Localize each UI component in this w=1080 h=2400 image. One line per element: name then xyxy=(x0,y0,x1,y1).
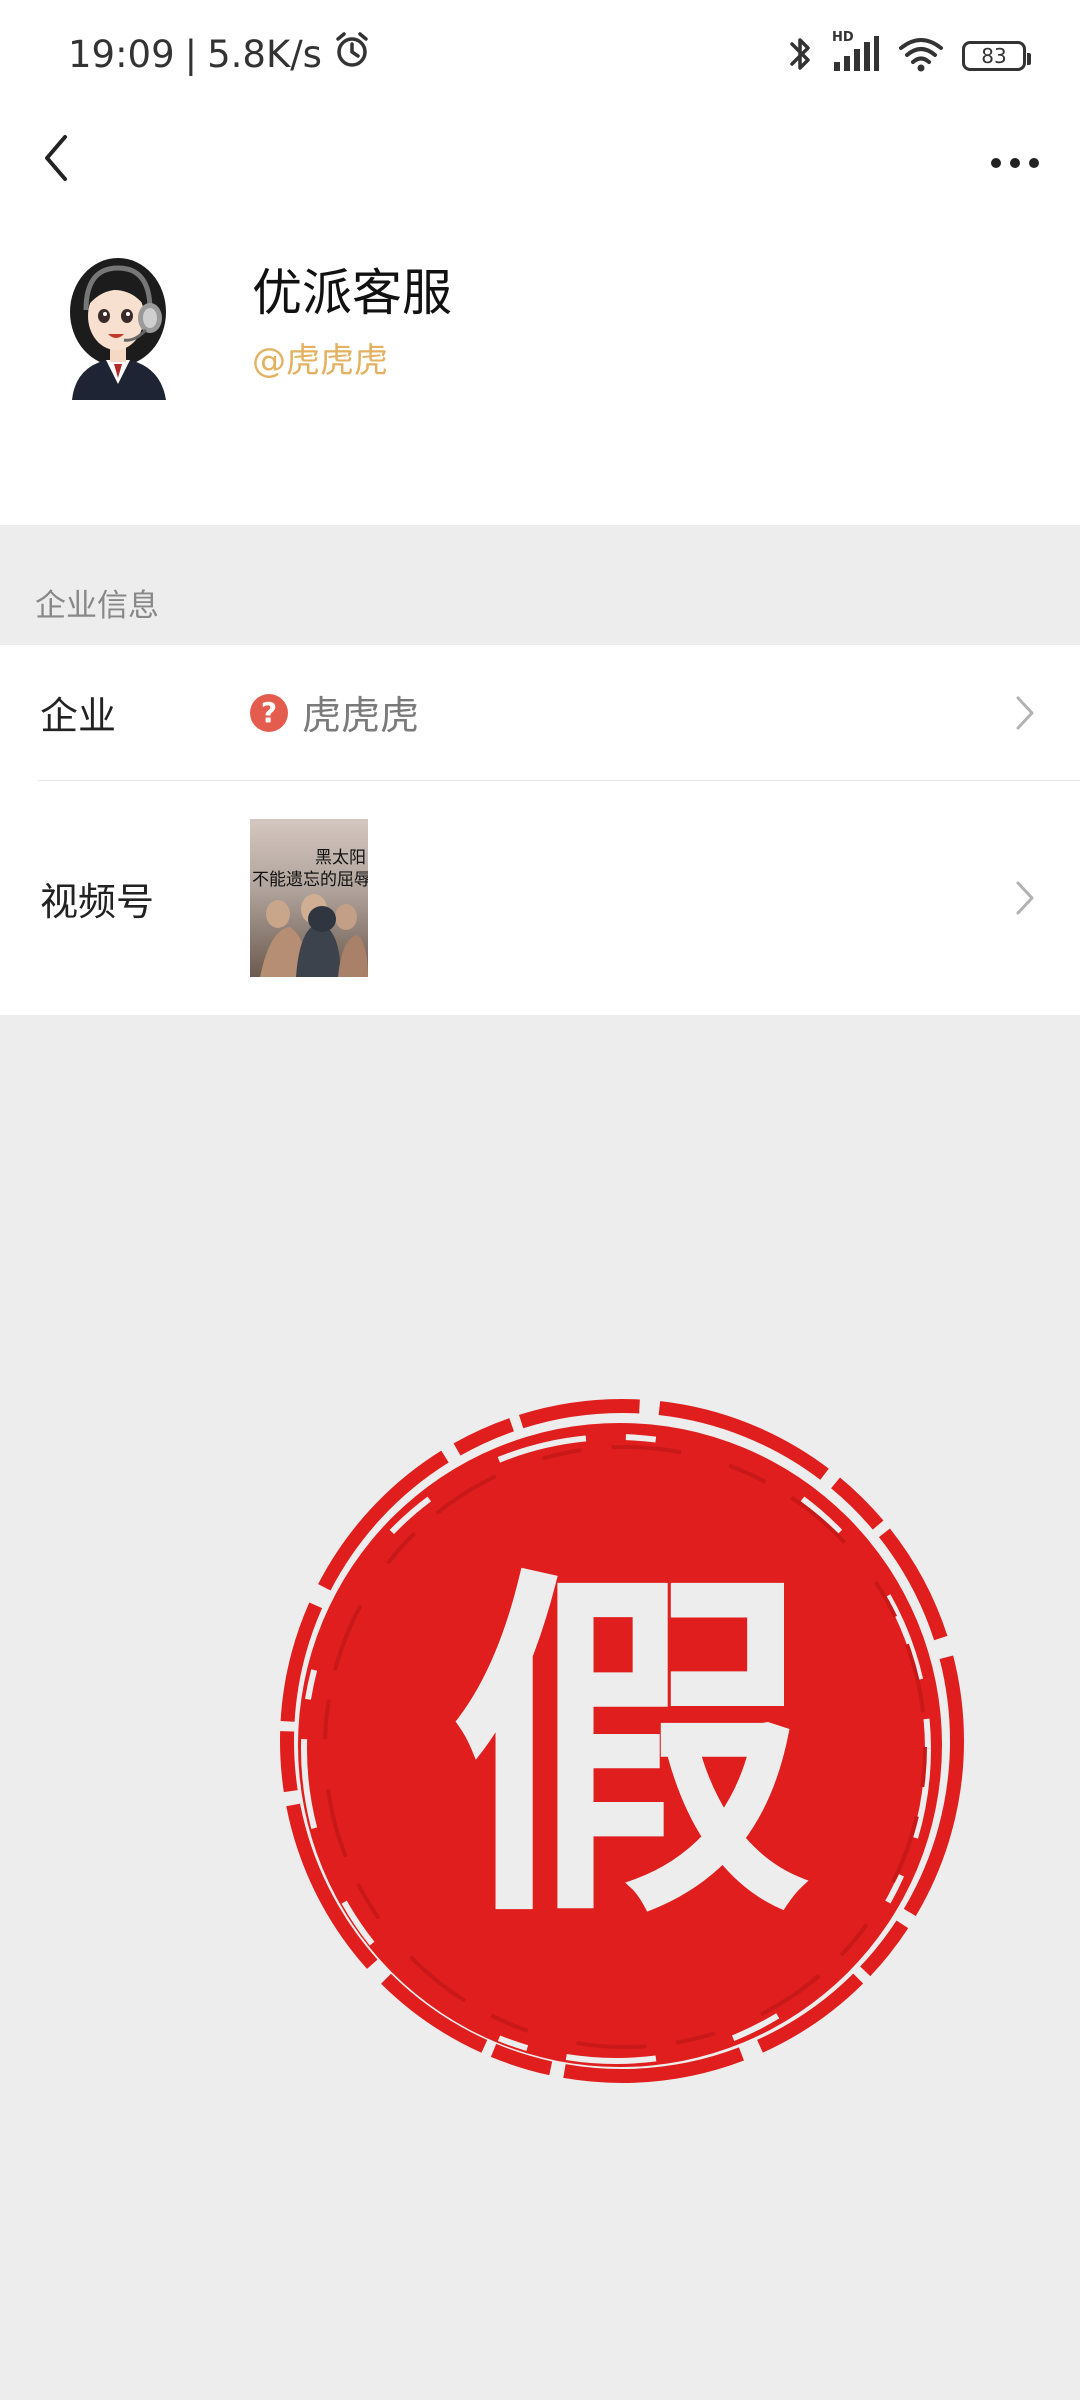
status-right: HD 83 xyxy=(788,30,1031,78)
stamp-glyph: 假 xyxy=(450,1541,810,1960)
enterprise-label: 企业 xyxy=(40,694,117,738)
chevron-right-icon xyxy=(1010,693,1040,733)
section-title: 企业信息 xyxy=(35,588,159,624)
thumbnail-caption-2: 不能遗忘的屈辱 xyxy=(252,870,368,890)
signal-hd-badge: HD xyxy=(832,30,854,45)
question-icon: ? xyxy=(250,693,288,732)
more-horizontal-icon xyxy=(990,154,1040,173)
chevron-right-icon xyxy=(1010,878,1040,918)
status-time: 19:09 xyxy=(68,33,175,76)
network-speed: 5.8K/s xyxy=(207,33,322,76)
signal-icon: HD xyxy=(830,30,880,78)
more-options-button[interactable] xyxy=(980,133,1050,193)
wifi-icon xyxy=(898,34,944,78)
enterprise-row[interactable]: 企业 ? 虎虎虎 xyxy=(0,645,1080,780)
bluetooth-icon xyxy=(788,34,812,78)
profile-handle: @虎虎虎 xyxy=(252,341,388,381)
profile-name: 优派客服 xyxy=(252,264,452,322)
chevron-left-icon xyxy=(41,133,71,187)
profile-header: 优派客服 @虎虎虎 xyxy=(0,115,1080,525)
alarm-icon xyxy=(332,30,372,79)
avatar[interactable] xyxy=(56,250,186,400)
contact-profile-page: 19:09 | 5.8K/s HD 83 优派客服 @虎虎虎 企业信息 企业 ?… xyxy=(0,0,1080,2400)
battery-level: 83 xyxy=(981,44,1007,68)
status-separator: | xyxy=(184,33,198,76)
status-left: 19:09 | 5.8K/s xyxy=(68,30,372,79)
status-bar: 19:09 | 5.8K/s HD 83 xyxy=(0,0,1080,115)
enterprise-value: 虎虎虎 xyxy=(302,693,420,739)
back-button[interactable] xyxy=(26,125,86,195)
enterprise-value-group: ? 虎虎虎 xyxy=(250,685,419,741)
channels-row[interactable]: 视频号 黑太阳 不能遗忘的屈辱 xyxy=(0,781,1080,1015)
channels-thumbnail[interactable]: 黑太阳 不能遗忘的屈辱 xyxy=(250,819,368,977)
channels-label: 视频号 xyxy=(40,879,155,924)
battery-indicator: 83 xyxy=(962,41,1031,71)
fake-stamp-seal: 假 xyxy=(270,1355,1000,2115)
enterprise-info-list: 企业 ? 虎虎虎 视频号 黑太阳 不能遗忘的屈辱 xyxy=(0,645,1080,1015)
